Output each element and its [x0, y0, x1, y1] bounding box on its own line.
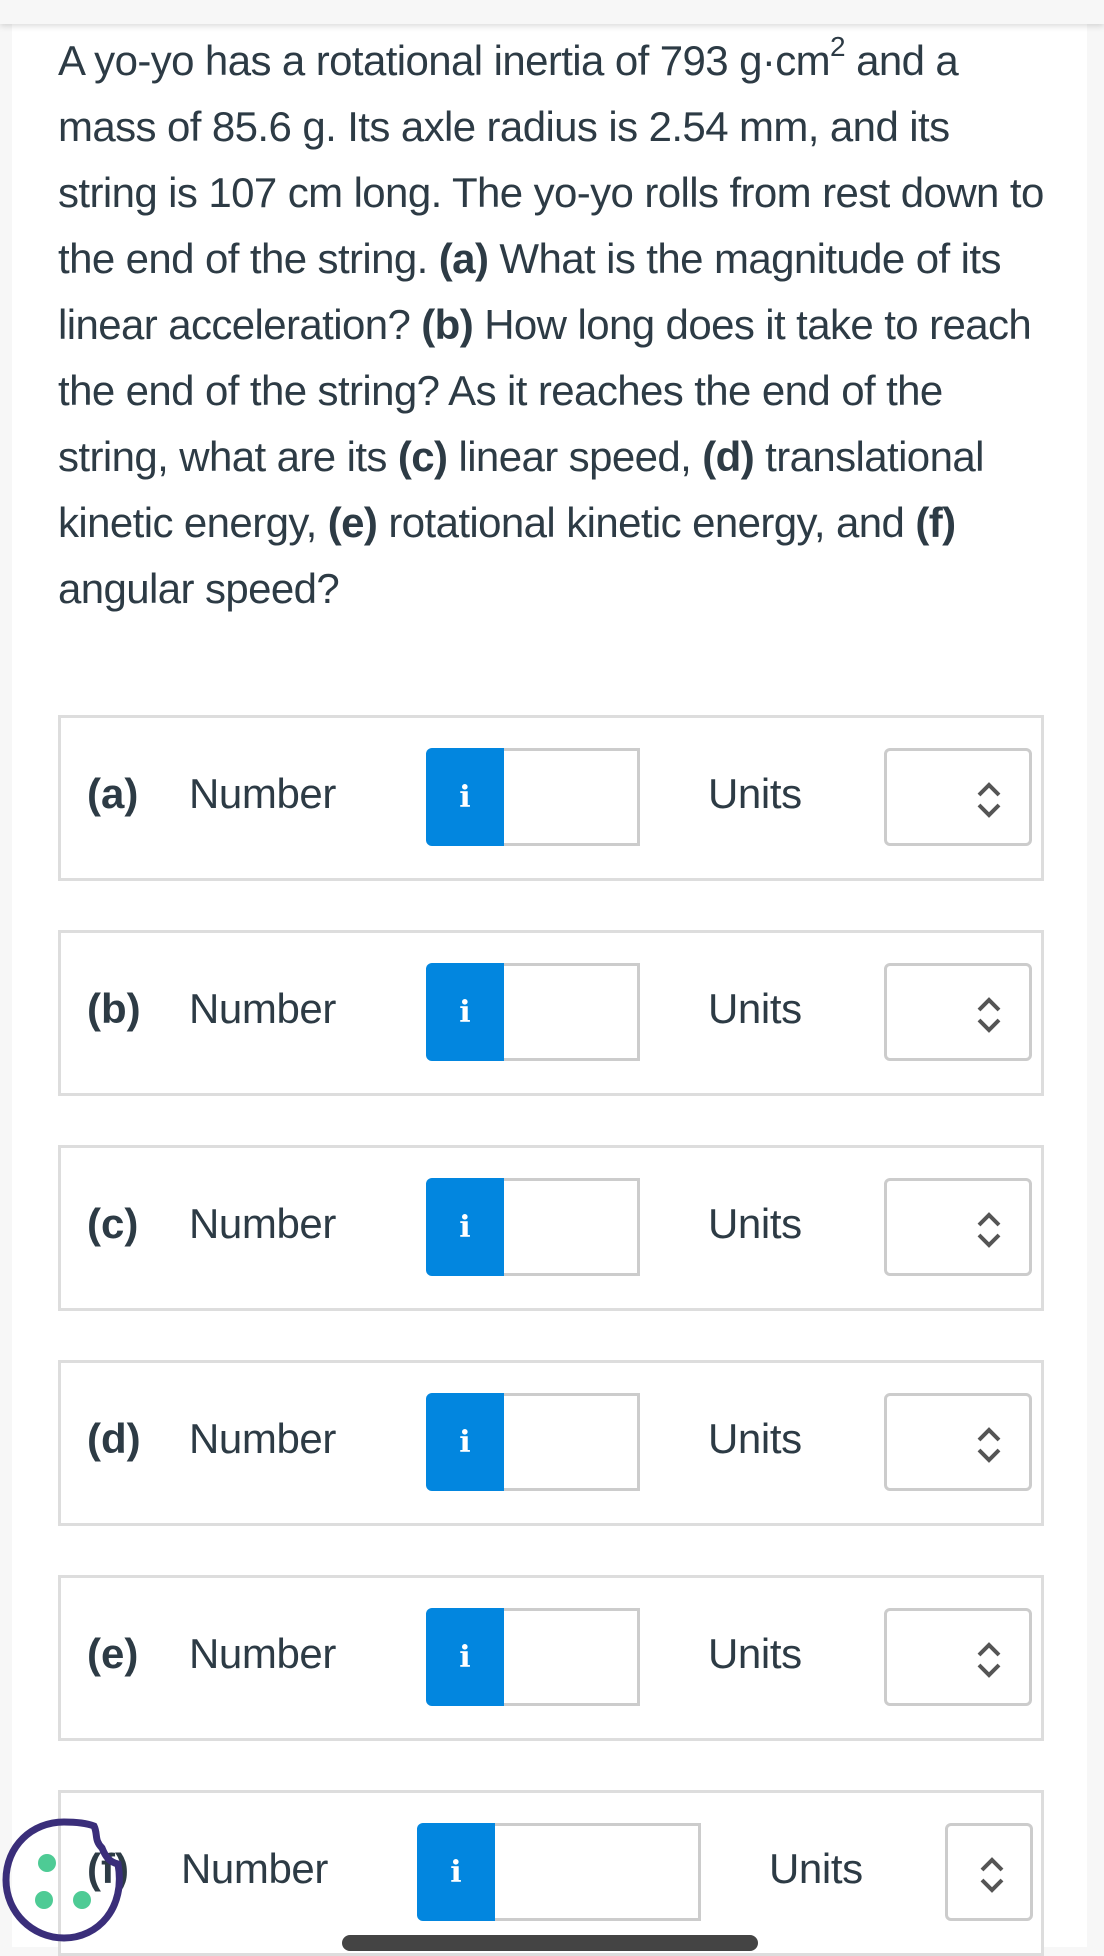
answer-row-f: (f) Number i Units [58, 1790, 1044, 1956]
number-input-e[interactable] [504, 1608, 640, 1706]
units-label: Units [769, 1845, 863, 1892]
number-label: Number [181, 1845, 328, 1892]
number-label: Number [189, 1200, 336, 1247]
part-reference: (e) [327, 499, 378, 546]
answer-row-c: (c) Number i Units [58, 1145, 1044, 1311]
info-icon[interactable]: i [426, 748, 504, 846]
units-label: Units [708, 985, 802, 1032]
units-select-c[interactable] [884, 1178, 1032, 1276]
info-icon[interactable]: i [426, 1608, 504, 1706]
number-label: Number [189, 770, 336, 817]
part-reference: (d) [702, 433, 755, 480]
part-label: (a) [87, 770, 139, 817]
part-label: (d) [87, 1415, 141, 1462]
question-text: A yo-yo has a rotational inertia of 793 … [58, 28, 1058, 622]
question-segment: angular speed? [58, 565, 340, 612]
number-label: Number [189, 1415, 336, 1462]
number-input-b[interactable] [504, 963, 640, 1061]
units-select-b[interactable] [884, 963, 1032, 1061]
info-icon[interactable]: i [426, 963, 504, 1061]
part-reference: (c) [397, 433, 448, 480]
chevron-up-down-icon [977, 997, 1001, 1033]
question-segment: A yo-yo has a rotational inertia of 793 … [58, 37, 831, 84]
units-label: Units [708, 1630, 802, 1677]
units-label: Units [708, 1200, 802, 1247]
part-reference: (a) [438, 235, 489, 282]
number-input-c[interactable] [504, 1178, 640, 1276]
chevron-up-down-icon [977, 1642, 1001, 1678]
part-label: (b) [87, 985, 141, 1032]
number-label: Number [189, 985, 336, 1032]
answer-row-d: (d) Number i Units [58, 1360, 1044, 1526]
info-icon[interactable]: i [426, 1393, 504, 1491]
cookie-icon[interactable] [2, 1818, 126, 1942]
number-input-d[interactable] [504, 1393, 640, 1491]
units-select-d[interactable] [884, 1393, 1032, 1491]
question-segment: rotational kinetic energy, and [377, 499, 916, 546]
top-bar [0, 0, 1104, 24]
question-page: A yo-yo has a rotational inertia of 793 … [12, 24, 1087, 1956]
units-label: Units [708, 1415, 802, 1462]
question-segment: linear speed, [447, 433, 703, 480]
units-select-f[interactable] [945, 1823, 1033, 1921]
home-indicator[interactable] [342, 1935, 758, 1951]
part-reference: (b) [421, 301, 474, 348]
answer-row-a: (a) Number i Units [58, 715, 1044, 881]
units-select-a[interactable] [884, 748, 1032, 846]
units-label: Units [708, 770, 802, 817]
chevron-up-down-icon [977, 1212, 1001, 1248]
part-reference: (f) [915, 499, 956, 546]
answer-row-e: (e) Number i Units [58, 1575, 1044, 1741]
chevron-up-down-icon [980, 1857, 1004, 1893]
number-label: Number [189, 1630, 336, 1677]
part-label: (c) [87, 1200, 139, 1247]
chevron-up-down-icon [977, 782, 1001, 818]
part-label: (e) [87, 1630, 139, 1677]
answer-row-b: (b) Number i Units [58, 930, 1044, 1096]
chevron-up-down-icon [977, 1427, 1001, 1463]
question-segment: 2 [830, 31, 846, 62]
number-input-f[interactable] [495, 1823, 701, 1921]
number-input-a[interactable] [504, 748, 640, 846]
units-select-e[interactable] [884, 1608, 1032, 1706]
info-icon[interactable]: i [417, 1823, 495, 1921]
info-icon[interactable]: i [426, 1178, 504, 1276]
